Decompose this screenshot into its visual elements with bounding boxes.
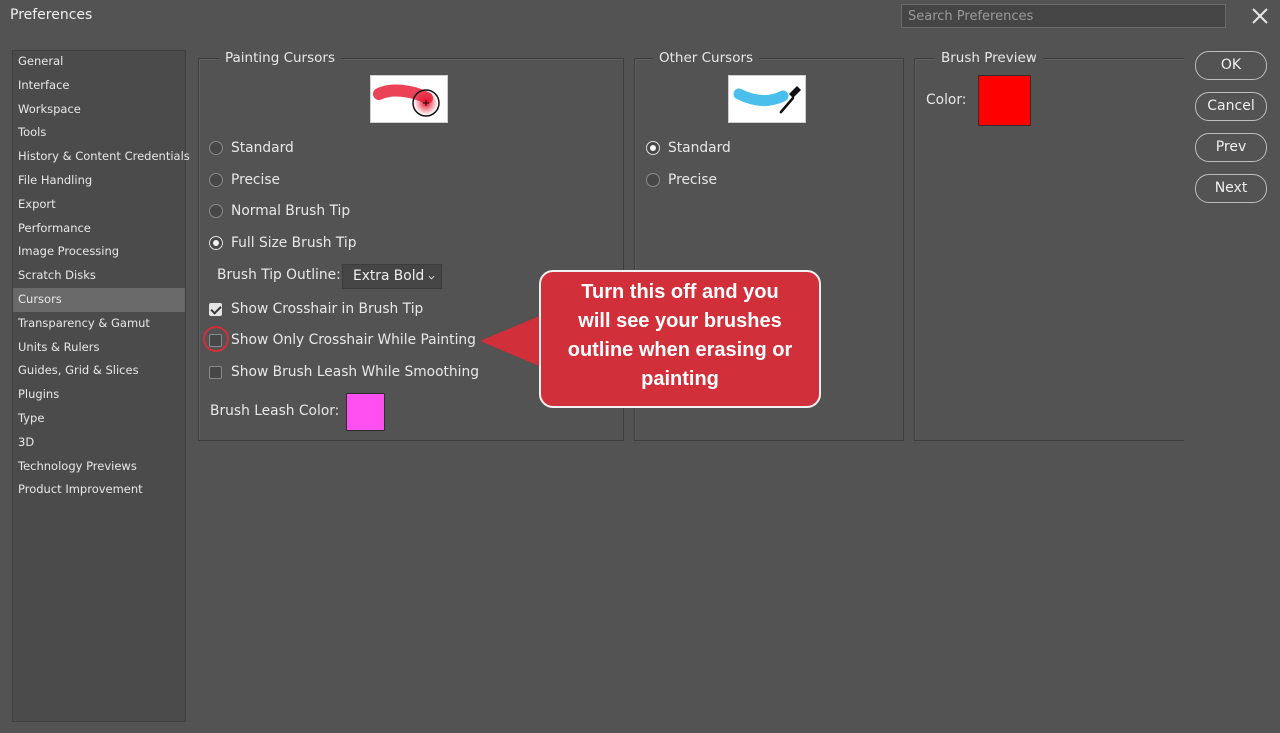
sidebar-item-guides-grid-slices[interactable]: Guides, Grid & Slices [13,359,185,383]
brush-stroke-preview-icon [373,84,440,117]
sidebar-item-type[interactable]: Type [13,407,185,431]
annotation-line-3: outline when erasing or [567,339,793,361]
show-crosshair-checkbox[interactable]: Show Crosshair in Brush Tip [209,299,423,319]
painting-precise-radio[interactable]: Precise [209,170,280,190]
painting-cursors-title: Painting Cursors [219,50,341,66]
show-brush-leash-checkbox[interactable]: Show Brush Leash While Smoothing [209,362,479,382]
sidebar-item-cursors[interactable]: Cursors [13,287,185,312]
radio-indicator [209,204,223,218]
sidebar-item-technology-previews[interactable]: Technology Previews [13,455,185,479]
sidebar-item-general[interactable]: General [13,50,185,74]
annotation-callout: Turn this off and you will see your brus… [539,270,821,408]
brush-preview-color-label: Color: [926,92,967,108]
show-only-crosshair-checkbox[interactable]: Show Only Crosshair While Painting [209,330,476,350]
sidebar-item-interface[interactable]: Interface [13,74,185,98]
sidebar-item-export[interactable]: Export [13,193,185,217]
radio-indicator [646,173,660,187]
next-button[interactable]: Next [1195,174,1267,203]
cancel-button[interactable]: Cancel [1195,92,1267,121]
sidebar-item-3d[interactable]: 3D [13,431,185,455]
search-input[interactable] [901,4,1226,28]
sidebar-item-plugins[interactable]: Plugins [13,383,185,407]
radio-indicator-selected [646,141,660,155]
eyedropper-preview-icon [733,86,801,114]
annotation-line-4: painting [641,368,719,390]
other-cursors-title: Other Cursors [653,50,760,66]
other-precise-label: Precise [668,172,718,188]
window-title: Preferences [10,7,93,23]
brush-leash-color-label: Brush Leash Color: [210,403,340,419]
annotation-line-1: Turn this off and you [581,281,779,303]
annotation-line-2: will see your brushes [578,310,782,332]
sidebar-item-tools[interactable]: Tools [13,121,185,145]
callout-pointer [480,314,544,368]
checkbox-unchecked [209,365,222,379]
ok-button[interactable]: OK [1195,51,1267,80]
title-bar: Preferences [0,0,1280,34]
sidebar-item-product-improvement[interactable]: Product Improvement [13,478,185,502]
brush-tip-outline-value: Extra Bold [353,268,425,284]
sidebar-item-file-handling[interactable]: File Handling [13,169,185,193]
show-crosshair-label: Show Crosshair in Brush Tip [231,301,424,317]
sidebar-item-image-processing[interactable]: Image Processing [13,240,185,264]
brush-preview-color-swatch[interactable] [978,75,1031,126]
full-size-brush-tip-radio[interactable]: Full Size Brush Tip [209,233,356,253]
sidebar-item-performance[interactable]: Performance [13,217,185,241]
other-standard-label: Standard [668,140,731,156]
show-only-crosshair-label: Show Only Crosshair While Painting [231,332,476,348]
brush-preview-title: Brush Preview [935,50,1043,66]
other-cursor-preview [728,75,806,123]
chevron-down-icon [428,275,435,280]
brush-preview-group: Brush Preview [914,50,1184,441]
normal-brush-tip-radio[interactable]: Normal Brush Tip [209,201,350,221]
sidebar-nav: General Interface Workspace Tools Histor… [12,50,190,722]
normal-brush-tip-label: Normal Brush Tip [231,203,351,219]
prev-button[interactable]: Prev [1195,133,1267,162]
radio-indicator [209,173,223,187]
sidebar-item-history-content-credentials[interactable]: History & Content Credentials [13,145,190,169]
checkbox-checked [209,302,222,316]
painting-standard-label: Standard [231,140,294,156]
brush-leash-color-swatch[interactable] [346,393,385,431]
full-size-brush-tip-label: Full Size Brush Tip [231,235,357,251]
radio-indicator-selected [209,236,223,250]
close-button[interactable] [1248,4,1272,28]
show-brush-leash-label: Show Brush Leash While Smoothing [231,364,480,380]
brush-tip-outline-label: Brush Tip Outline: [217,267,341,283]
sidebar-item-workspace[interactable]: Workspace [13,98,185,122]
highlight-ring [203,326,229,352]
brush-tip-outline-select[interactable]: Extra Bold [342,264,442,289]
painting-cursor-preview [370,75,448,123]
sidebar-item-transparency-gamut[interactable]: Transparency & Gamut [13,312,185,336]
other-standard-radio[interactable]: Standard [646,138,731,158]
sidebar-item-scratch-disks[interactable]: Scratch Disks [13,264,185,288]
painting-precise-label: Precise [231,172,281,188]
other-precise-radio[interactable]: Precise [646,170,717,190]
painting-standard-radio[interactable]: Standard [209,138,294,158]
sidebar-item-units-rulers[interactable]: Units & Rulers [13,336,185,360]
radio-indicator [209,141,223,155]
close-icon [1252,8,1268,24]
